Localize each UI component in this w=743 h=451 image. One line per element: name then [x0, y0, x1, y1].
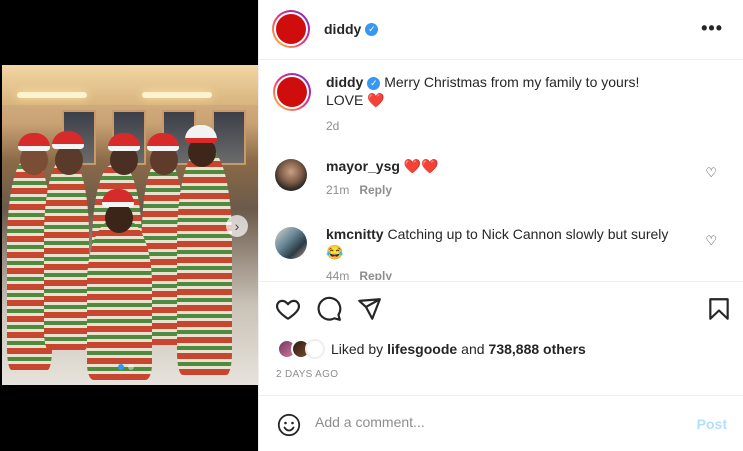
heart-icon[interactable] — [275, 296, 301, 322]
comment-like-heart-icon[interactable]: ♡ — [705, 165, 717, 181]
comment-row: kmcnitty Catching up to Nick Cannon slow… — [275, 225, 729, 280]
comment-like-heart-icon[interactable]: ♡ — [705, 233, 717, 249]
commenter-avatar[interactable] — [275, 159, 307, 191]
comment-text: Catching up to Nick Cannon slowly but su… — [387, 226, 669, 242]
author-header: diddy ✓ — [324, 21, 379, 39]
comment-text: ❤️❤️ — [403, 158, 439, 174]
verified-badge-icon: ✓ — [367, 76, 381, 90]
post-header: diddy ✓ ••• — [259, 0, 743, 60]
santa-hat — [102, 189, 134, 207]
smiley-icon[interactable] — [277, 413, 301, 437]
liked-joiner: and — [461, 341, 485, 357]
comment-username[interactable]: kmcnitty — [326, 226, 384, 242]
caption-avatar[interactable] — [273, 73, 311, 111]
commenter-avatar[interactable] — [275, 227, 307, 259]
caption-username[interactable]: diddy — [326, 74, 363, 90]
comment-row: mayor_ysg ❤️❤️ 21m Reply ♡ — [275, 157, 729, 197]
caption-text-line2: LOVE — [326, 92, 364, 108]
liker-avatar — [305, 339, 325, 359]
comments-list[interactable]: diddy ✓ Merry Christmas from my family to… — [259, 61, 743, 280]
likes-count[interactable]: 738,888 others — [489, 341, 586, 357]
comment-age: 21m — [326, 183, 350, 197]
carousel-dot-active — [118, 364, 124, 370]
carousel-dots — [118, 364, 134, 370]
carousel-dot — [128, 364, 134, 370]
liked-first-user[interactable]: lifesgoode — [387, 341, 457, 357]
more-horizontal-icon[interactable]: ••• — [701, 18, 723, 39]
post-actions: Liked by lifesgoode and 738,888 others 2… — [259, 281, 743, 396]
heart-emoji: ❤️ — [367, 92, 385, 108]
photo-head — [105, 203, 133, 233]
photo-head — [55, 145, 83, 175]
post-photo[interactable]: › — [2, 65, 258, 385]
liked-prefix: Liked by — [331, 341, 384, 357]
caption-text: Merry Christmas from my family to yours! — [384, 74, 640, 90]
bookmark-icon[interactable] — [706, 296, 732, 322]
carousel-next-button[interactable]: › — [226, 215, 248, 237]
photo-ceiling — [2, 65, 258, 105]
comment-age: 44m — [326, 269, 350, 280]
post-side-panel: diddy ✓ ••• diddy ✓ Merry Christmas from m… — [258, 0, 743, 451]
santa-hat — [108, 133, 140, 151]
verified-badge-icon: ✓ — [365, 23, 379, 37]
post-timestamp[interactable]: 2 DAYS AGO — [276, 369, 338, 380]
santa-hat — [147, 133, 179, 151]
reply-button[interactable]: Reply — [359, 269, 392, 280]
photo-person — [44, 160, 89, 350]
comment-bubble-icon[interactable] — [316, 296, 342, 322]
comment-username[interactable]: mayor_ysg — [326, 158, 400, 174]
photo-light — [17, 92, 87, 98]
add-comment-input[interactable] — [315, 414, 665, 430]
photo-light — [142, 92, 212, 98]
caption-age: 2d — [326, 119, 340, 133]
santa-hat — [18, 133, 50, 151]
caption-row: diddy ✓ Merry Christmas from my family to… — [273, 73, 729, 133]
post-comment-button[interactable]: Post — [697, 416, 727, 432]
laughing-emoji: 😂 — [326, 244, 344, 260]
liked-by-summary: Liked by lifesgoode and 738,888 others — [277, 339, 586, 359]
add-comment-bar: Post — [259, 397, 743, 451]
photo-person — [177, 150, 232, 375]
reply-button[interactable]: Reply — [359, 183, 392, 197]
photo-person — [87, 220, 152, 380]
post-media: › — [0, 0, 258, 451]
santa-hat — [52, 131, 84, 149]
santa-hat — [185, 125, 217, 143]
author-avatar[interactable] — [272, 10, 310, 48]
author-username[interactable]: diddy — [324, 21, 361, 37]
paper-plane-icon[interactable] — [356, 296, 382, 322]
